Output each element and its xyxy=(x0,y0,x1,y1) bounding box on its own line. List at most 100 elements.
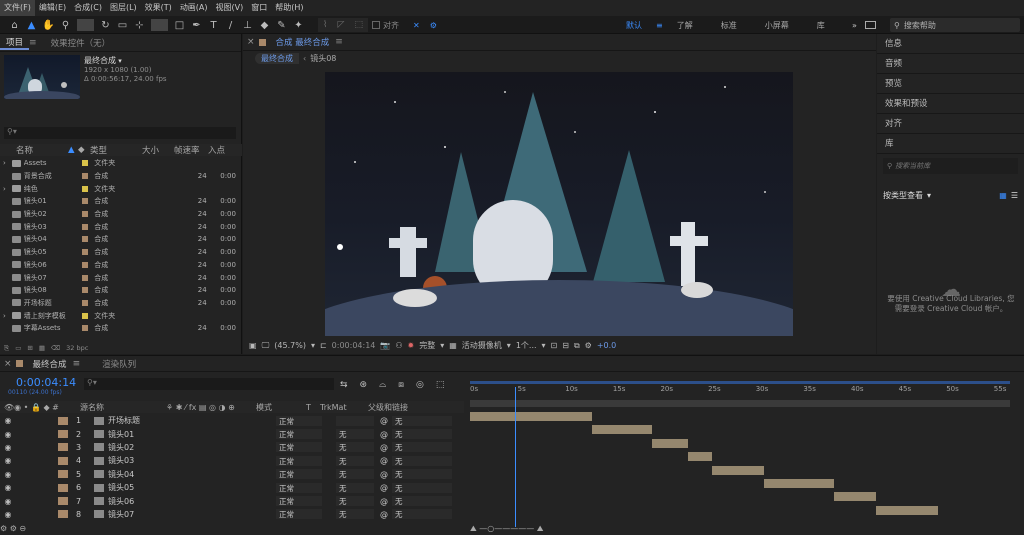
layer-trkmat-select[interactable] xyxy=(336,415,374,426)
composition-viewer[interactable] xyxy=(325,72,793,336)
col-rate[interactable]: 帧速率 xyxy=(174,144,208,156)
selection-tool-icon[interactable]: ▲ xyxy=(23,20,40,31)
layer-bar[interactable] xyxy=(470,412,592,421)
right-panel-2[interactable]: 预览 xyxy=(877,74,1024,94)
work-area-bar[interactable] xyxy=(470,381,1010,384)
search-help-mode-icon[interactable] xyxy=(864,21,876,29)
layer-name[interactable]: 镜头04 xyxy=(108,469,188,480)
breadcrumb-other[interactable]: 镜头08 xyxy=(310,53,336,64)
layer-name[interactable]: 镜头03 xyxy=(108,455,188,466)
layer-trkmat-select[interactable]: 无 xyxy=(336,509,374,520)
menu-item-3[interactable]: 图层(L) xyxy=(106,0,141,16)
bpc-label[interactable]: 32 bpc xyxy=(66,344,88,352)
layer-name[interactable]: 镜头02 xyxy=(108,442,188,453)
col-t[interactable]: T xyxy=(306,403,320,412)
project-item[interactable]: 镜头02 合成 24 0:00 xyxy=(0,208,236,221)
layer-parent-select[interactable]: 无 xyxy=(392,415,452,426)
project-item[interactable]: 镜头04 合成 24 0:00 xyxy=(0,233,236,246)
layer-name[interactable]: 镜头01 xyxy=(108,429,188,440)
hand-tool-icon[interactable]: ✋ xyxy=(40,20,57,31)
col-trkmat[interactable]: TrkMat xyxy=(320,403,368,412)
breadcrumb-active[interactable]: 最终合成 xyxy=(255,52,299,64)
right-panel-3[interactable]: 效果和预设 xyxy=(877,94,1024,114)
shy-layers-icon[interactable]: ⌓ xyxy=(379,380,386,390)
layer-label-color[interactable] xyxy=(58,416,68,425)
project-item[interactable]: 字幕Assets 合成 24 0:00 xyxy=(0,322,236,335)
pickwhip-icon[interactable]: @ xyxy=(380,443,388,452)
menu-item-6[interactable]: 视图(V) xyxy=(212,0,248,16)
flowchart-icon[interactable]: ⧉ xyxy=(574,341,580,351)
tab-final-comp[interactable]: 最终合成 xyxy=(27,358,73,370)
new-folder-icon[interactable]: ▭ xyxy=(15,344,21,352)
eraser-tool-icon[interactable]: ◆ xyxy=(256,20,273,31)
chevron-down-icon[interactable]: ▾ xyxy=(440,341,444,350)
views-select[interactable]: 1个... xyxy=(516,340,537,351)
project-item[interactable]: › Assets 文件夹 xyxy=(0,157,236,170)
visibility-eye-icon[interactable]: ◉ xyxy=(0,497,16,506)
project-item[interactable]: 镜头05 合成 24 0:00 xyxy=(0,246,236,259)
pickwhip-icon[interactable]: @ xyxy=(380,416,388,425)
menu-item-1[interactable]: 编辑(E) xyxy=(35,0,70,16)
layer-trkmat-select[interactable]: 无 xyxy=(336,455,374,466)
project-item[interactable]: 镜头07 合成 24 0:00 xyxy=(0,271,236,284)
clone-stamp-tool-icon[interactable]: ⊥ xyxy=(239,20,256,31)
visibility-eye-icon[interactable]: ◉ xyxy=(0,416,16,425)
library-search-field[interactable]: ⚲ 搜索当前库 xyxy=(883,158,1018,174)
help-search-field[interactable]: ⚲ 搜索帮助 xyxy=(890,18,1020,32)
panel-menu-icon[interactable]: ≡ xyxy=(29,38,37,48)
layer-label-color[interactable] xyxy=(58,456,68,465)
layer-mode-select[interactable]: 正常 xyxy=(276,442,322,453)
align-icon[interactable]: ✕ xyxy=(413,21,420,30)
frame-blending-icon[interactable]: ⧈ xyxy=(398,380,404,390)
grid-view-icon[interactable]: ▦ xyxy=(999,191,1007,200)
sort-up-icon[interactable]: ▲ xyxy=(68,145,78,155)
layer-bar[interactable] xyxy=(764,479,834,488)
menu-item-5[interactable]: 动画(A) xyxy=(176,0,212,16)
menu-item-4[interactable]: 效果(T) xyxy=(141,0,176,16)
visibility-eye-icon[interactable]: ◉ xyxy=(0,430,16,439)
visibility-eye-icon[interactable]: ◉ xyxy=(0,470,16,479)
layer-mode-select[interactable]: 正常 xyxy=(276,429,322,440)
workspace-1[interactable]: 了解 xyxy=(677,20,693,31)
layer-row[interactable]: ◉ 1 开场标题 正常 @ 无 xyxy=(0,414,464,427)
layer-mode-select[interactable]: 正常 xyxy=(276,482,322,493)
list-view-icon[interactable]: ☰ xyxy=(1011,191,1018,200)
layer-label-color[interactable] xyxy=(58,470,68,479)
color-channel-icon[interactable]: ✹ xyxy=(408,341,415,350)
layer-label-color[interactable] xyxy=(58,430,68,439)
project-search-input[interactable]: ⚲▾ xyxy=(4,127,236,139)
project-item[interactable]: 镜头03 合成 24 0:00 xyxy=(0,220,236,233)
camera-tool-icon[interactable]: ▭ xyxy=(114,20,131,31)
region-of-interest-icon[interactable]: ▣ xyxy=(249,341,257,350)
visibility-eye-icon[interactable]: ◉ xyxy=(0,510,16,519)
visibility-eye-icon[interactable]: ◉ xyxy=(0,443,16,452)
project-item[interactable]: 镜头01 合成 24 0:00 xyxy=(0,195,236,208)
layer-bar[interactable] xyxy=(876,505,938,515)
new-comp-icon[interactable]: ⊞ xyxy=(27,344,32,352)
snap-icon-3[interactable]: ⬚ xyxy=(354,20,363,30)
tab-project[interactable]: 项目 xyxy=(0,36,30,50)
layer-bar[interactable] xyxy=(688,452,712,462)
tab-composition[interactable]: 合成 最终合成 xyxy=(270,36,336,48)
chevron-down-icon[interactable]: ▾ xyxy=(118,57,122,65)
pickwhip-icon[interactable]: @ xyxy=(380,483,388,492)
right-panel-5[interactable]: 库 xyxy=(877,134,1024,154)
workspace-0[interactable]: 默认 xyxy=(626,20,642,31)
layer-row[interactable]: ◉ 5 镜头04 正常 无 @ 无 xyxy=(0,468,464,481)
home-icon[interactable]: ⌂ xyxy=(6,20,23,31)
col-size[interactable]: 大小 xyxy=(142,144,174,156)
camera-select[interactable]: 活动摄像机 xyxy=(462,340,502,351)
project-item[interactable]: › 墙上刻字模板 文件夹 xyxy=(0,309,236,322)
interpret-footage-icon[interactable]: ⎘ xyxy=(4,344,9,353)
layer-trkmat-select[interactable]: 无 xyxy=(336,469,374,480)
col-source-name[interactable]: 源名称 xyxy=(80,402,166,413)
layer-bar[interactable] xyxy=(834,492,876,502)
pen-tool-icon[interactable]: ✒ xyxy=(188,20,205,31)
layer-label-color[interactable] xyxy=(58,497,68,506)
layer-bar[interactable] xyxy=(592,425,652,435)
layer-parent-select[interactable]: 无 xyxy=(392,496,452,507)
panel-menu-icon[interactable]: ≡ xyxy=(73,359,81,369)
layer-row[interactable]: ◉ 4 镜头03 正常 无 @ 无 xyxy=(0,454,464,467)
pickwhip-icon[interactable]: @ xyxy=(380,430,388,439)
layer-mode-select[interactable]: 正常 xyxy=(276,469,322,480)
